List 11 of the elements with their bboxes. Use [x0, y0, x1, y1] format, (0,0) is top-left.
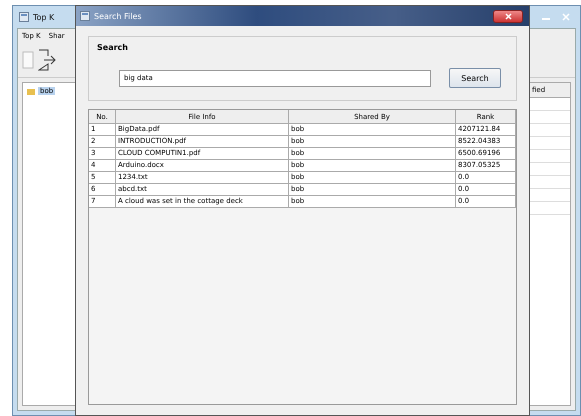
close-icon[interactable]	[562, 13, 570, 21]
folder-icon	[27, 88, 35, 94]
search-button[interactable]: Search	[449, 68, 501, 88]
exit-icon[interactable]	[38, 49, 56, 71]
window-icon	[19, 12, 29, 22]
close-icon	[504, 12, 512, 20]
window-icon	[80, 11, 90, 21]
group-title: Search	[97, 43, 129, 52]
dialog-title: Search Files	[94, 12, 142, 20]
close-button[interactable]	[493, 10, 523, 22]
window-title: Top K	[33, 12, 54, 22]
